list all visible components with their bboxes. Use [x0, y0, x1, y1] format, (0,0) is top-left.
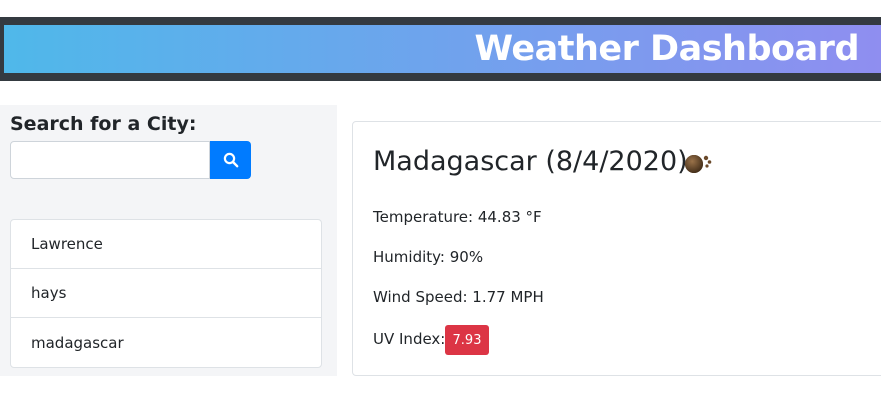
header-banner: Weather Dashboard	[4, 25, 881, 73]
search-input[interactable]	[10, 141, 210, 179]
header-bar: Weather Dashboard	[0, 17, 881, 81]
humidity-text: Humidity: 90%	[373, 248, 484, 266]
current-weather-card: Madagascar (8/4/2020) Temperature: 44.83…	[352, 121, 881, 376]
search-sidebar: Search for a City: Lawrence hays madagas…	[0, 105, 337, 376]
temperature-text: Temperature: 44.83 °F	[373, 208, 542, 226]
uv-index-badge: 7.93	[445, 325, 489, 355]
search-history-list: Lawrence hays madagascar	[10, 219, 322, 368]
city-date-title: Madagascar (8/4/2020)	[373, 146, 688, 177]
page-title: Weather Dashboard	[474, 29, 860, 69]
uv-index-label: UV Index:	[373, 330, 446, 348]
history-item-madagascar[interactable]: madagascar	[11, 318, 321, 367]
wind-speed-text: Wind Speed: 1.77 MPH	[373, 288, 544, 306]
history-item-lawrence[interactable]: Lawrence	[11, 220, 321, 269]
search-icon	[223, 152, 238, 168]
history-item-hays[interactable]: hays	[11, 269, 321, 318]
rain-cloud-icon	[685, 155, 712, 173]
search-label: Search for a City:	[10, 113, 197, 135]
search-button[interactable]	[210, 141, 251, 179]
